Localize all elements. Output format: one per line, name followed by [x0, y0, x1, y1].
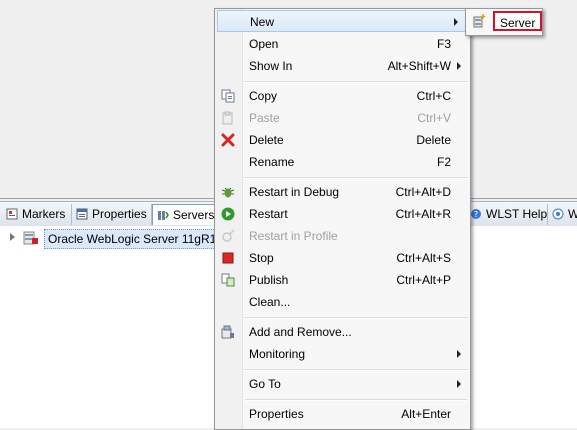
menu-item-stop[interactable]: Stop Ctrl+Alt+S	[215, 247, 470, 269]
add-remove-icon	[221, 325, 234, 339]
menu-separator	[245, 317, 467, 319]
menu-item-restart[interactable]: Restart Ctrl+Alt+R	[215, 203, 470, 225]
menu-item-shortcut: Ctrl+Alt+S	[396, 251, 451, 265]
menu-item-label: Open	[249, 37, 279, 51]
menu-item-label: New	[250, 15, 275, 29]
menu-item-label: Show In	[249, 59, 293, 73]
menu-item-shortcut: Alt+Shift+W	[387, 59, 451, 73]
tab-label: Properties	[92, 207, 147, 221]
menu-item-shortcut: F3	[436, 37, 451, 51]
menu-item-shortcut: Alt+Enter	[401, 407, 451, 421]
delete-icon	[221, 133, 235, 147]
expand-icon[interactable]	[10, 233, 15, 241]
tab-label: Markers	[22, 207, 66, 221]
menu-item-go-to[interactable]: Go To	[215, 373, 470, 395]
tab-label: WLST Help	[486, 207, 548, 221]
menu-item-add-remove[interactable]: Add and Remove...	[215, 321, 470, 343]
menu-item-shortcut: Ctrl+C	[416, 89, 451, 103]
menu-separator	[245, 177, 467, 179]
menu-item-label: Restart in Debug	[249, 185, 340, 199]
menu-item-new[interactable]: New	[217, 10, 468, 32]
servers-icon	[158, 211, 169, 220]
properties-icon	[76, 208, 88, 220]
menu-item-shortcut: Ctrl+Alt+R	[395, 207, 451, 221]
menu-item-label: Copy	[249, 89, 278, 103]
menu-item-label: Publish	[249, 273, 289, 287]
menu-item-shortcut: F2	[436, 155, 451, 169]
menu-item-label: Monitoring	[249, 347, 306, 361]
menu-item-shortcut: Ctrl+V	[417, 111, 451, 125]
menu-item-shortcut: Ctrl+Alt+P	[396, 273, 451, 287]
tab-markers[interactable]: Markers	[2, 204, 72, 225]
menu-item-shortcut: Ctrl+Alt+D	[395, 185, 451, 199]
chevron-right-icon	[457, 380, 461, 388]
menu-item-label: Restart	[249, 207, 288, 221]
menu-item-label: Add and Remove...	[249, 325, 352, 339]
menu-item-copy[interactable]: Copy Ctrl+C	[215, 85, 470, 107]
tab-wlst-help[interactable]: ? WLST Help	[466, 204, 548, 225]
submenu-item-server[interactable]: Server	[493, 11, 543, 31]
menu-item-restart-debug[interactable]: Restart in Debug Ctrl+Alt+D	[215, 181, 470, 203]
markers-icon	[6, 208, 18, 220]
wlst-icon	[552, 208, 564, 220]
server-label[interactable]: Oracle WebLogic Server 11gR1 (	[44, 229, 228, 249]
menu-item-properties[interactable]: Properties Alt+Enter	[215, 403, 470, 425]
menu-item-clean[interactable]: Clean...	[215, 291, 470, 313]
profile-icon	[222, 229, 235, 242]
menu-item-label: Rename	[249, 155, 295, 169]
menu-item-label: Restart in Profile	[249, 229, 338, 243]
menu-item-rename[interactable]: Rename F2	[215, 151, 470, 173]
chevron-right-icon	[457, 62, 461, 70]
menu-item-label: Properties	[249, 407, 304, 421]
tab-properties[interactable]: Properties	[72, 204, 152, 225]
chevron-right-icon	[457, 350, 461, 358]
copy-icon	[221, 89, 235, 103]
menu-item-label: Delete	[249, 133, 284, 147]
menu-item-delete[interactable]: Delete Delete	[215, 129, 470, 151]
menu-item-restart-profile[interactable]: Restart in Profile	[215, 225, 470, 247]
new-server-icon	[473, 14, 486, 28]
menu-item-open[interactable]: Open F3	[215, 33, 470, 55]
new-submenu: Server	[465, 8, 543, 36]
menu-item-show-in[interactable]: Show In Alt+Shift+W	[215, 55, 470, 77]
menu-separator	[245, 81, 467, 83]
svg-text:?: ?	[474, 210, 478, 219]
tab-label: W	[568, 207, 577, 221]
menu-item-label: Stop	[249, 251, 274, 265]
paste-icon	[222, 111, 233, 125]
chevron-right-icon	[454, 18, 458, 26]
menu-item-shortcut: Delete	[416, 133, 451, 147]
menu-separator	[245, 399, 467, 401]
menu-item-publish[interactable]: Publish Ctrl+Alt+P	[215, 269, 470, 291]
menu-item-monitoring[interactable]: Monitoring	[215, 343, 470, 365]
publish-icon	[221, 273, 235, 287]
menu-item-label: Paste	[249, 111, 280, 125]
tab-label: Servers	[173, 208, 215, 222]
menu-item-label: Go To	[249, 377, 281, 391]
menu-item-paste[interactable]: Paste Ctrl+V	[215, 107, 470, 129]
tab-servers[interactable]: Servers	[152, 204, 216, 225]
stop-icon	[222, 252, 234, 264]
run-icon	[221, 207, 235, 221]
menu-separator	[245, 369, 467, 371]
tab-wlst[interactable]: W	[548, 204, 577, 225]
context-menu: New Open F3 Show In Alt+Shift+W Copy Ctr…	[214, 8, 471, 430]
menu-item-label: Clean...	[249, 295, 291, 309]
weblogic-server-icon	[23, 231, 38, 245]
debug-icon	[221, 187, 235, 198]
help-icon: ?	[471, 209, 481, 219]
